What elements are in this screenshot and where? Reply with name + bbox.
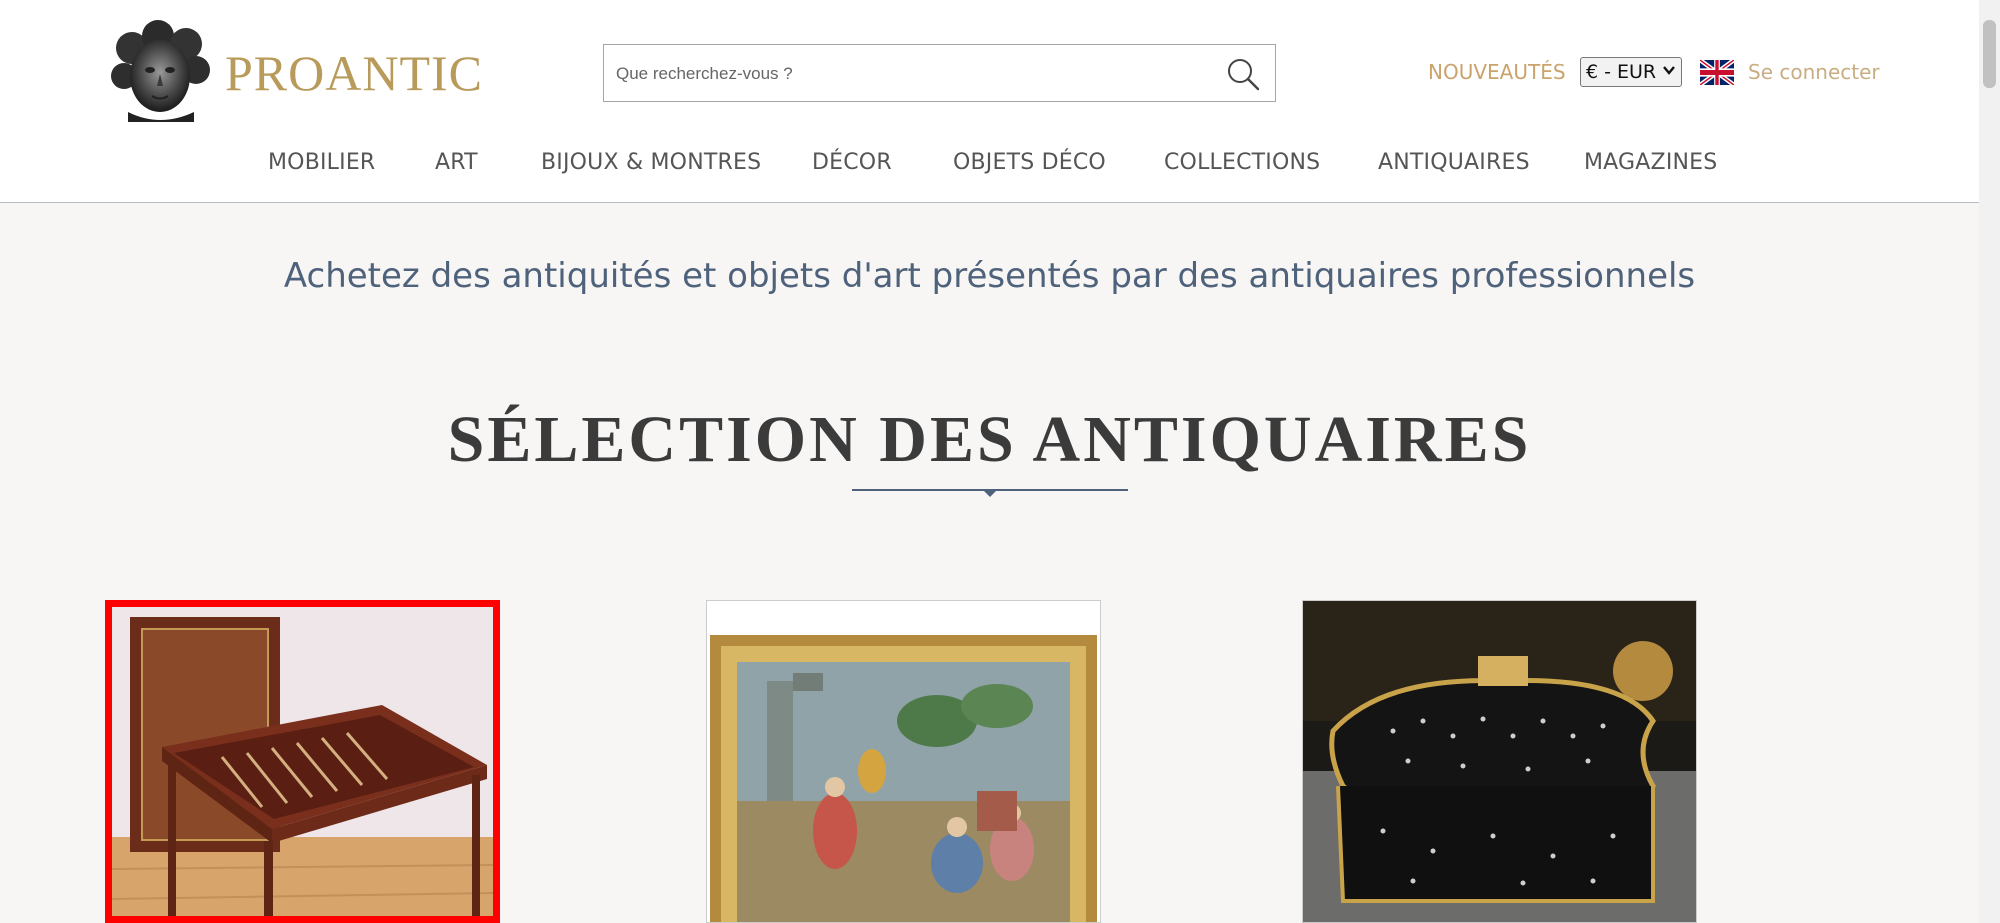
logo-text[interactable]: PROANTIC (225, 44, 483, 102)
currency-select[interactable]: € - EUR (1580, 57, 1682, 87)
chevron-down-icon (1663, 62, 1675, 82)
title-divider (852, 488, 1128, 502)
nav-item-art[interactable]: ART (435, 150, 478, 175)
product-card-boulle-box[interactable] (1302, 600, 1697, 923)
product-image (112, 607, 493, 916)
product-image (707, 601, 1100, 922)
search-icon (1228, 59, 1260, 91)
search-box (603, 44, 1276, 103)
uk-flag-icon[interactable] (1699, 57, 1735, 88)
logo-bust-icon[interactable] (110, 20, 210, 122)
search-input[interactable] (614, 45, 1208, 103)
nav-item-antiquaires[interactable]: ANTIQUAIRES (1378, 150, 1530, 175)
login-link[interactable]: Se connecter (1748, 60, 1880, 84)
scrollbar-thumb[interactable] (1983, 20, 1996, 88)
currency-value: € - EUR (1586, 61, 1657, 83)
nav-item-magazines[interactable]: MAGAZINES (1584, 150, 1717, 175)
main-nav: MOBILIER ART BIJOUX & MONTRES DÉCOR OBJE… (0, 150, 1979, 180)
product-card-backgammon-table[interactable] (105, 600, 500, 923)
nav-item-objets-deco[interactable]: OBJETS DÉCO (953, 150, 1106, 175)
nav-item-decor[interactable]: DÉCOR (812, 150, 892, 175)
nav-item-collections[interactable]: COLLECTIONS (1164, 150, 1320, 175)
product-image (1303, 601, 1696, 922)
site-header: PROANTIC NOUVEAUTÉS € - EUR Se connecter… (0, 0, 1979, 203)
product-card-chinoiserie-painting[interactable] (706, 600, 1101, 923)
tagline: Achetez des antiquités et objets d'art p… (283, 256, 1696, 296)
page-scrollbar[interactable] (1979, 0, 2000, 923)
nouveautes-link[interactable]: NOUVEAUTÉS (1428, 60, 1566, 84)
section-title: SÉLECTION DES ANTIQUAIRES (447, 403, 1532, 476)
nav-item-bijoux-montres[interactable]: BIJOUX & MONTRES (541, 150, 761, 175)
nav-item-mobilier[interactable]: MOBILIER (268, 150, 375, 175)
search-button[interactable] (1225, 56, 1261, 92)
